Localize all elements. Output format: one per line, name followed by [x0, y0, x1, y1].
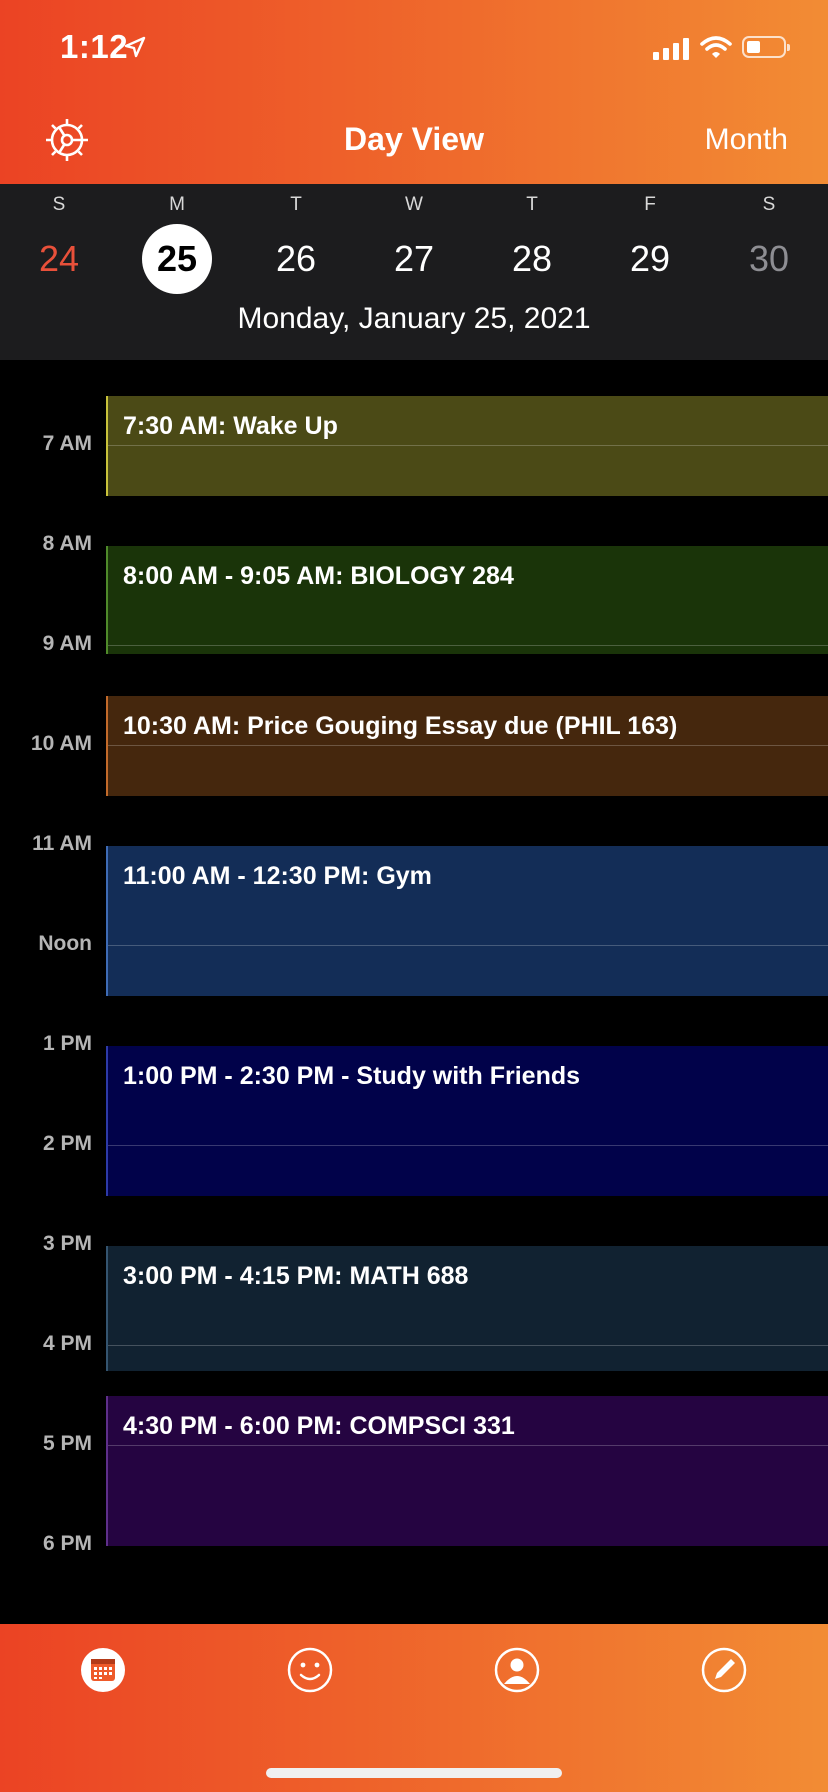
event-title: 8:00 AM - 9:05 AM: BIOLOGY 284	[123, 562, 514, 590]
day-letter: T	[290, 194, 302, 215]
event-wake-up[interactable]: 7:30 AM: Wake Up	[106, 396, 828, 496]
wifi-icon	[700, 36, 732, 58]
day-number-selected: 25	[142, 224, 212, 294]
hour-label: 10 AM	[30, 732, 92, 755]
month-view-button[interactable]: Month	[705, 123, 788, 157]
event-title: 4:30 PM - 6:00 PM: COMPSCI 331	[123, 1412, 515, 1440]
day-number: 30	[748, 238, 790, 279]
event-title: 11:00 AM - 12:30 PM: Gym	[123, 862, 432, 890]
hour-label: 1 PM	[42, 1032, 92, 1055]
hour-label: 11 AM	[32, 832, 92, 855]
smiley-icon[interactable]	[286, 1646, 334, 1694]
event-title: 1:00 PM - 2:30 PM - Study with Friends	[123, 1062, 581, 1090]
hour-label: 7 AM	[42, 432, 92, 455]
hour-label: 5 PM	[42, 1432, 92, 1455]
event-gym[interactable]: 11:00 AM - 12:30 PM: Gym	[106, 846, 828, 996]
day-letter: F	[644, 194, 656, 215]
event-title: 7:30 AM: Wake Up	[123, 412, 338, 440]
selected-date-label: Monday, January 25, 2021	[237, 302, 591, 335]
hour-label: 2 PM	[42, 1132, 92, 1155]
event-math-688[interactable]: 3:00 PM - 4:15 PM: MATH 688	[106, 1246, 828, 1371]
day-number: 28	[511, 238, 553, 279]
home-indicator	[266, 1768, 562, 1778]
day-letter: M	[169, 194, 185, 215]
event-essay-due[interactable]: 10:30 AM: Price Gouging Essay due (PHIL …	[106, 696, 828, 796]
event-study-with-friends[interactable]: 1:00 PM - 2:30 PM - Study with Friends	[106, 1046, 828, 1196]
hour-label: 9 AM	[42, 632, 92, 655]
hour-label: Noon	[38, 932, 92, 955]
app-header: 1:12 Day View Month	[0, 0, 828, 184]
day-number: 27	[393, 238, 435, 279]
compose-icon[interactable]	[700, 1646, 748, 1694]
event-title: 10:30 AM: Price Gouging Essay due (PHIL …	[123, 712, 678, 740]
day-number: 26	[275, 238, 317, 279]
hour-label: 4 PM	[42, 1332, 92, 1355]
hour-label: 3 PM	[42, 1232, 92, 1255]
day-letter: S	[52, 194, 66, 215]
day-letter: T	[526, 194, 538, 215]
battery-icon	[742, 36, 790, 58]
day-timeline[interactable]: 7 AM 8 AM 9 AM 10 AM 11 AM Noon 1 PM 2 P…	[0, 360, 828, 1624]
calendar-icon[interactable]	[79, 1646, 127, 1694]
hour-label: 6 PM	[42, 1532, 92, 1555]
week-strip: S 24 M 25 T 26 W 27 T 28 F 29 S 30 Monda…	[0, 184, 828, 360]
event-title: 3:00 PM - 4:15 PM: MATH 688	[123, 1262, 469, 1290]
day-number: 24	[38, 238, 80, 279]
day-letter: W	[405, 194, 423, 215]
event-compsci-331[interactable]: 4:30 PM - 6:00 PM: COMPSCI 331	[106, 1396, 828, 1546]
status-time: 1:12	[60, 28, 129, 65]
cellular-signal-icon	[653, 36, 689, 60]
hour-label: 8 AM	[42, 532, 92, 555]
location-icon	[124, 36, 146, 58]
day-letter: S	[762, 194, 776, 215]
profile-icon[interactable]	[493, 1646, 541, 1694]
event-biology-284[interactable]: 8:00 AM - 9:05 AM: BIOLOGY 284	[106, 546, 828, 654]
tab-bar	[0, 1624, 828, 1792]
day-number: 29	[629, 238, 671, 279]
